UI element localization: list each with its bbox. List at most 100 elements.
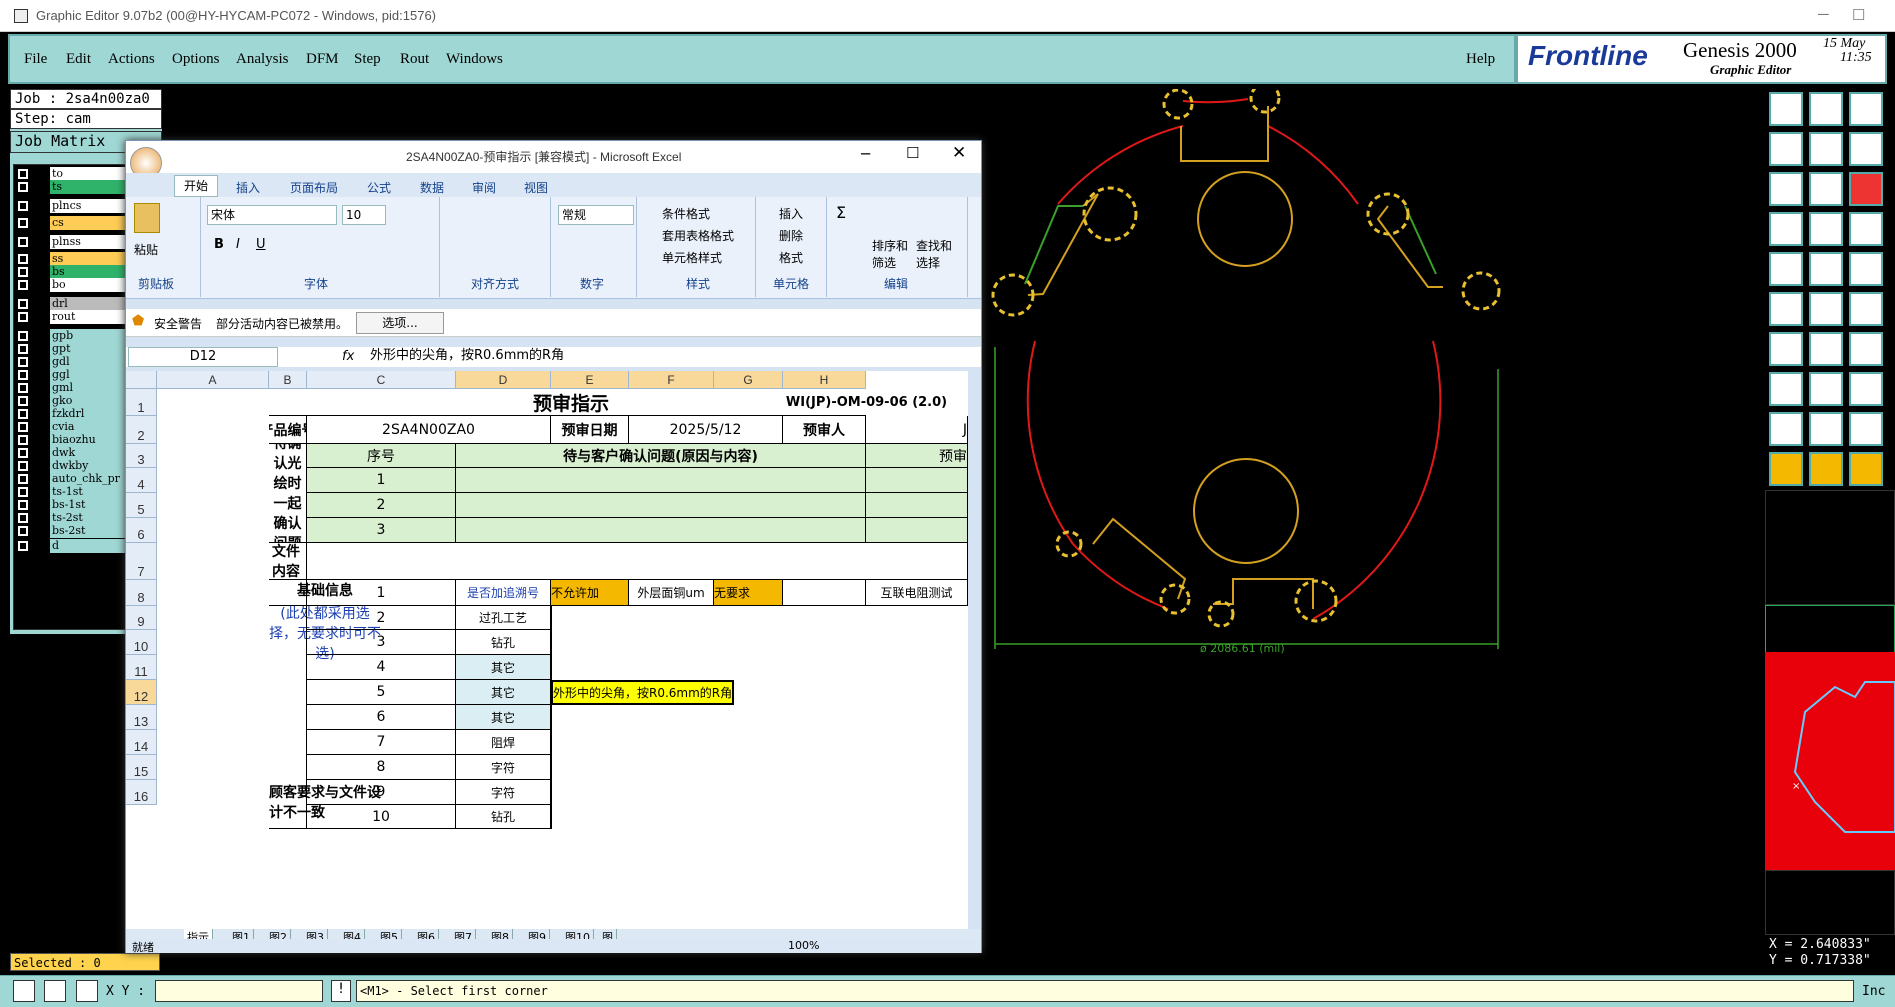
tab-layout[interactable]: 页面布局 [290,179,338,196]
xy-input[interactable] [155,980,323,1002]
minimize-icon[interactable]: ─ [1818,6,1829,23]
menu-rout[interactable]: Rout [400,51,429,68]
tool-button-8-2[interactable] [1849,412,1883,446]
cond-format-button[interactable]: 条件格式 [662,205,710,222]
layer-checkbox[interactable] [18,474,28,484]
bold-icon[interactable]: B [214,237,224,252]
fx-icon[interactable]: fx [342,349,354,364]
menu-options[interactable]: Options [172,51,220,68]
tool-button-5-1[interactable] [1809,292,1843,326]
tab-view[interactable]: 视图 [524,179,548,196]
tool-button-1-1[interactable] [1809,132,1843,166]
tool-button-4-2[interactable] [1849,252,1883,286]
tool-button-3-1[interactable] [1809,212,1843,246]
excel-minimize-icon[interactable]: ─ [861,145,870,163]
tool-button-9-2[interactable] [1849,452,1883,486]
tool-button-6-0[interactable] [1769,332,1803,366]
tool-button-8-1[interactable] [1809,412,1843,446]
spreadsheet-grid[interactable]: A B C D E F G H 1 2 3 4 5 6 7 8 9 10 11 12 13 14 15 16 预审指示 WI(JP… [126,371,968,929]
tab-insert[interactable]: 插入 [236,179,260,196]
tab-formula[interactable]: 公式 [367,179,391,196]
menu-edit[interactable]: Edit [66,51,91,68]
format-button[interactable]: 格式 [779,249,803,266]
layer-checkbox[interactable] [18,461,28,471]
info-icon[interactable]: ! [331,980,351,1002]
layer-checkbox[interactable] [18,435,28,445]
tool-button-0-0[interactable] [1769,92,1803,126]
tool-button-5-2[interactable] [1849,292,1883,326]
paste-icon[interactable] [134,203,160,233]
menu-windows[interactable]: Windows [446,51,503,68]
tool-button-9-0[interactable] [1769,452,1803,486]
tab-data[interactable]: 数据 [420,179,444,196]
tool-button-6-2[interactable] [1849,332,1883,366]
excel-close-icon[interactable]: ✕ [952,143,966,163]
tool-button-9-1[interactable] [1809,452,1843,486]
layer-checkbox[interactable] [18,448,28,458]
tool-button-8-0[interactable] [1769,412,1803,446]
layer-checkbox[interactable] [18,357,28,367]
table-format-button[interactable]: 套用表格格式 [662,227,734,244]
excel-maximize-icon[interactable]: ☐ [906,144,919,162]
measure-tool-icon[interactable] [44,980,66,1002]
sum-icon[interactable]: Σ [836,203,846,222]
underline-icon[interactable]: U [256,237,266,252]
layer-checkbox[interactable] [18,299,28,309]
tool-button-0-1[interactable] [1809,92,1843,126]
menu-dfm[interactable]: DFM [306,51,339,68]
menu-actions[interactable]: Actions [108,51,155,68]
number-format-select[interactable]: 常规 [558,205,634,225]
name-box[interactable]: D12 [128,347,278,367]
cell-style-button[interactable]: 单元格样式 [662,249,722,266]
grid-tool-icon[interactable] [76,980,98,1002]
layer-checkbox[interactable] [18,526,28,536]
insert-button[interactable]: 插入 [779,205,803,222]
layer-checkbox[interactable] [18,237,28,247]
delete-button[interactable]: 删除 [779,227,803,244]
layer-checkbox[interactable] [18,344,28,354]
graphic-canvas[interactable]: ø 2086.61 (mil) [983,89,1765,975]
layer-checkbox[interactable] [18,383,28,393]
layer-checkbox[interactable] [18,513,28,523]
font-size-select[interactable]: 10 [342,205,386,225]
layer-checkbox[interactable] [18,370,28,380]
layer-checkbox[interactable] [18,500,28,510]
security-options-button[interactable]: 选项... [356,312,444,334]
menu-file[interactable]: File [24,51,47,68]
layer-checkbox[interactable] [18,409,28,419]
layer-checkbox[interactable] [18,218,28,228]
tool-button-3-0[interactable] [1769,212,1803,246]
layer-checkbox[interactable] [18,396,28,406]
sort-filter-button[interactable]: 排序和筛选 [872,237,912,271]
tool-button-4-1[interactable] [1809,252,1843,286]
tool-button-2-1[interactable] [1809,172,1843,206]
tool-button-2-0[interactable] [1769,172,1803,206]
select-tool-icon[interactable] [13,980,35,1002]
maximize-icon[interactable]: ☐ [1852,6,1865,24]
layer-checkbox[interactable] [18,254,28,264]
tool-button-0-2[interactable] [1849,92,1883,126]
tool-button-7-1[interactable] [1809,372,1843,406]
tool-button-2-2[interactable] [1849,172,1883,206]
tool-button-7-2[interactable] [1849,372,1883,406]
layer-checkbox[interactable] [18,312,28,322]
layer-checkbox[interactable] [18,267,28,277]
layer-checkbox[interactable] [18,201,28,211]
tool-button-3-2[interactable] [1849,212,1883,246]
font-name-select[interactable]: 宋体 [207,205,337,225]
layer-checkbox[interactable] [18,331,28,341]
layer-checkbox[interactable] [18,422,28,432]
tool-button-4-0[interactable] [1769,252,1803,286]
tool-button-6-1[interactable] [1809,332,1843,366]
layer-checkbox[interactable] [18,169,28,179]
formula-input[interactable]: 外形中的尖角，按R0.6mm的R角 [366,347,966,367]
tool-button-1-0[interactable] [1769,132,1803,166]
tab-home[interactable]: 开始 [174,175,218,197]
layer-checkbox[interactable] [18,541,28,551]
layer-checkbox[interactable] [18,280,28,290]
layer-checkbox[interactable] [18,182,28,192]
menu-analysis[interactable]: Analysis [236,51,289,68]
tool-button-5-0[interactable] [1769,292,1803,326]
tab-review[interactable]: 审阅 [472,179,496,196]
tool-button-7-0[interactable] [1769,372,1803,406]
